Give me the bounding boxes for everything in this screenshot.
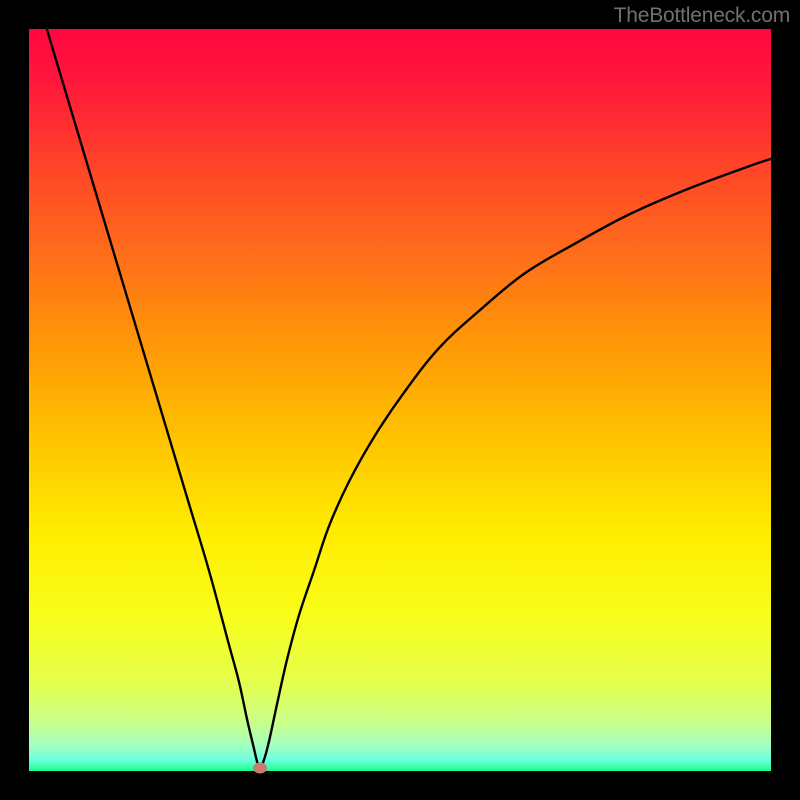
optimal-point-marker [253, 763, 267, 774]
chart-frame [29, 29, 771, 771]
bottleneck-curve [29, 29, 771, 771]
plot-area [29, 29, 771, 771]
watermark-text: TheBottleneck.com [614, 4, 790, 28]
